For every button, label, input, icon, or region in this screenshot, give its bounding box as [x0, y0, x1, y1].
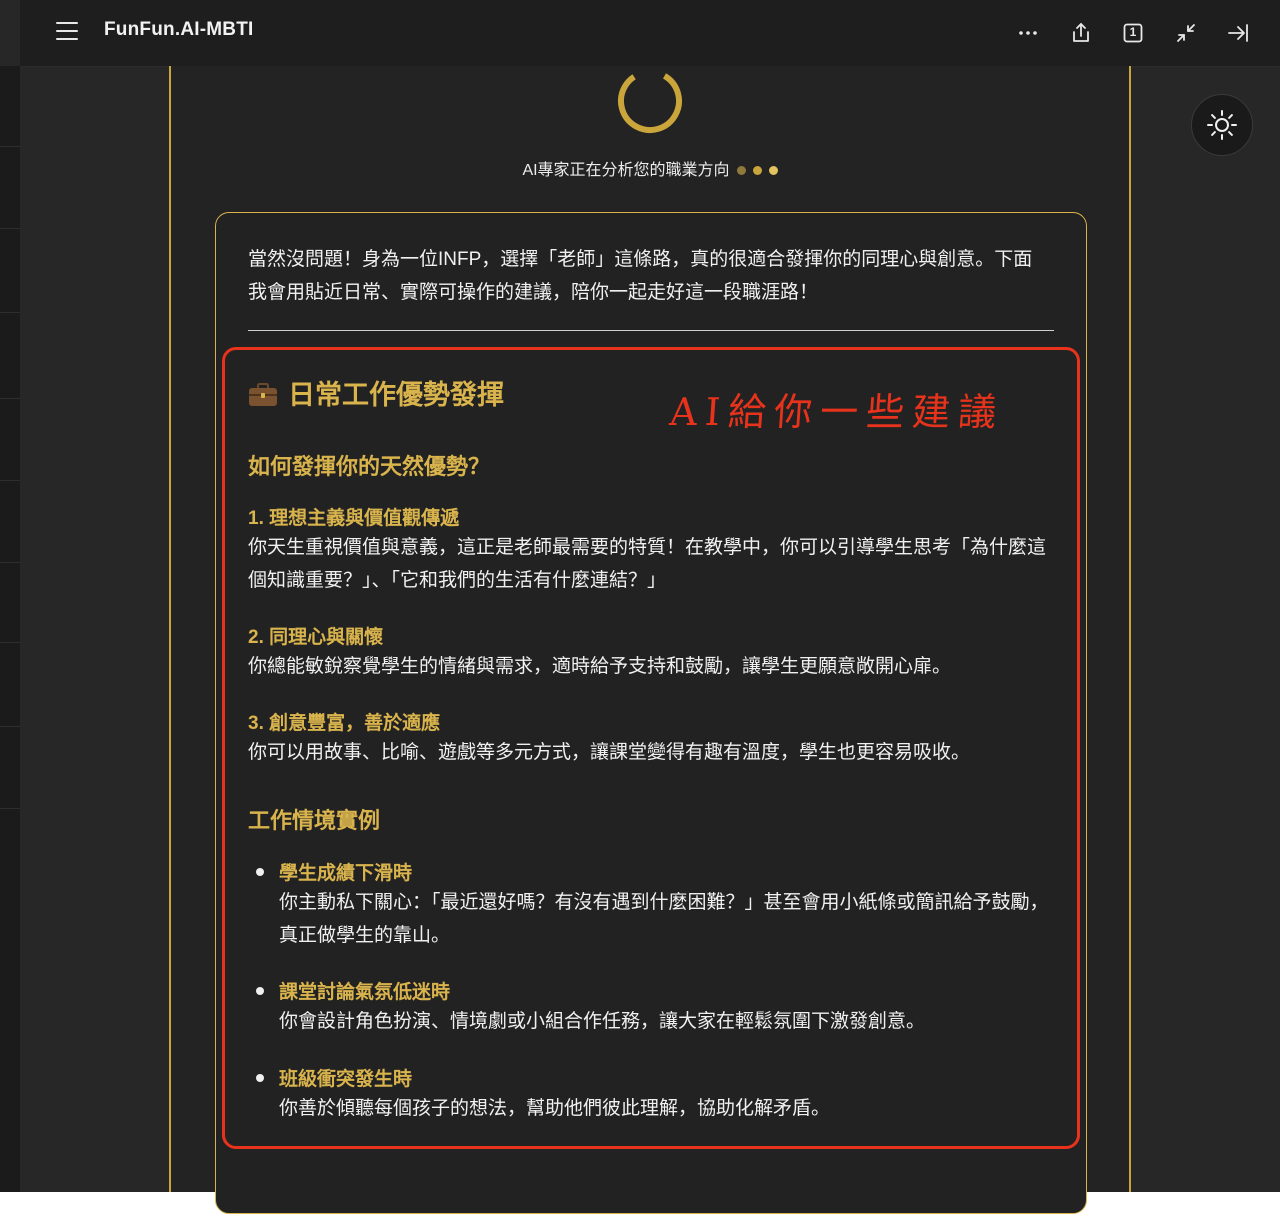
- loading-spinner-icon: [618, 69, 682, 133]
- top-bar: FunFun.AI-MBTI 1: [20, 0, 1280, 67]
- left-sidebar-edge: [0, 66, 20, 1192]
- app-window: FunFun.AI-MBTI 1 AI專家正在分析您的職業方向 當然沒問題！身為…: [0, 0, 1280, 1214]
- example-text: 你會設計角色扮演、情境劇或小組合作任務，讓大家在輕鬆氛圍下激發創意。: [279, 1011, 926, 1032]
- app-title: FunFun.AI-MBTI: [104, 19, 254, 40]
- example-text: 你善於傾聽每個孩子的想法，幫助他們彼此理解，協助化解矛盾。: [279, 1098, 831, 1119]
- response-card: 當然沒問題！身為一位INFP，選擇「老師」這條路，真的很適合發揮你的同理心與創意…: [215, 212, 1087, 1214]
- example-title: 學生成績下滑時: [279, 863, 413, 884]
- analyzing-text: AI專家正在分析您的職業方向: [522, 162, 730, 179]
- collapse-icon[interactable]: [1174, 21, 1198, 45]
- share-icon[interactable]: [1069, 21, 1093, 45]
- example-text: 你主動私下關心：「最近還好嗎？有沒有遇到什麼困難？」甚至會用小紙條或簡訊給予鼓勵…: [279, 892, 1049, 946]
- strength-text: 你天生重視價值與意義，這正是老師最需要的特質！在教學中，你可以引導學生思考「為什…: [248, 537, 1047, 591]
- more-icon[interactable]: [1016, 21, 1040, 45]
- intro-text: 當然沒問題！身為一位INFP，選擇「老師」這條路，真的很適合發揮你的同理心與創意…: [248, 249, 1033, 303]
- section-title: 日常工作優勢發揮: [248, 373, 504, 412]
- sidebar-close-icon[interactable]: [1226, 21, 1250, 45]
- example-title: 班級衝突發生時: [279, 1069, 413, 1090]
- theme-toggle-button[interactable]: [1191, 94, 1253, 156]
- strengths-heading: 如何發揮你的天然優勢？: [248, 454, 491, 479]
- bullet-icon: [256, 987, 264, 995]
- strength-text: 你總能敏銳察覺學生的情緒與需求，適時給予支持和鼓勵，讓學生更願意敞開心扉。: [248, 656, 952, 677]
- briefcase-icon: [249, 383, 277, 406]
- examples-heading: 工作情境實例: [248, 808, 381, 833]
- analyzing-status: AI專家正在分析您的職業方向: [171, 156, 1129, 180]
- example-title: 課堂討論氣氛低迷時: [279, 982, 451, 1003]
- annotation-text: AI給你一些建議: [668, 390, 1006, 434]
- divider: [248, 330, 1054, 331]
- loading-dot-icon: [736, 166, 746, 176]
- strength-title: 1. 理想主義與價值觀傳遞: [248, 508, 460, 529]
- bullet-icon: [256, 868, 264, 876]
- strength-text: 你可以用故事、比喻、遊戲等多元方式，讓課堂變得有趣有溫度，學生也更容易吸收。: [248, 742, 971, 763]
- loading-dot-icon: [752, 166, 762, 176]
- loading-dot-icon: [768, 166, 778, 176]
- chat-column: AI專家正在分析您的職業方向 當然沒問題！身為一位INFP，選擇「老師」這條路，…: [169, 66, 1131, 1214]
- strength-title: 3. 創意豐富，善於適應: [248, 713, 441, 734]
- section-title-text: 日常工作優勢發揮: [288, 380, 504, 410]
- page-count-icon[interactable]: 1: [1121, 21, 1145, 45]
- strength-title: 2. 同理心與關懷: [248, 627, 384, 648]
- bullet-icon: [256, 1074, 264, 1082]
- menu-icon[interactable]: [56, 20, 78, 42]
- page-count: 1: [1129, 25, 1137, 39]
- sun-icon: [1207, 110, 1237, 140]
